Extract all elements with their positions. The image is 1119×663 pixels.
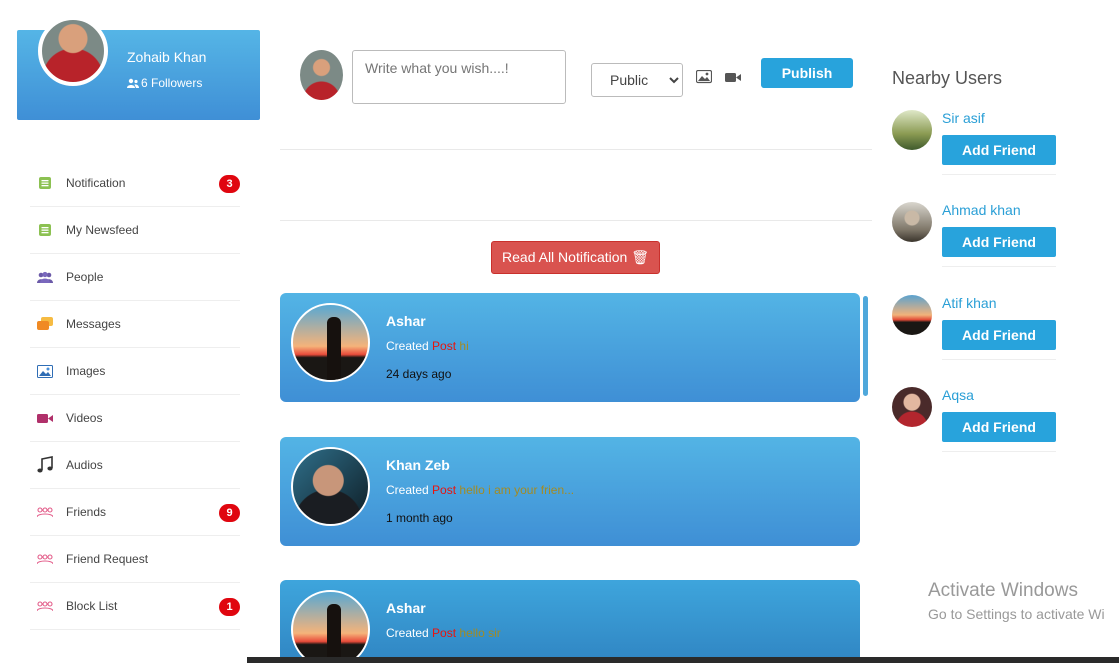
notification-avatar[interactable] — [291, 303, 370, 382]
notification-snippet: hello sir — [459, 626, 501, 640]
nearby-user-avatar[interactable] — [892, 202, 932, 242]
sidebar-item-friends[interactable]: Friends 9 — [30, 489, 240, 536]
notification-snippet: hi — [459, 339, 469, 353]
notification-type: Post — [432, 626, 457, 640]
sidebar-item-label: Images — [66, 364, 106, 378]
nearby-user-avatar[interactable] — [892, 110, 932, 150]
profile-avatar[interactable] — [38, 16, 108, 86]
profile-card: Zohaib Khan 6 Followers — [17, 16, 260, 120]
divider — [280, 220, 872, 221]
nearby-user: Aqsa Add Friend — [892, 387, 1062, 457]
scrollbar-thumb[interactable] — [863, 296, 868, 396]
friends-icon — [30, 507, 60, 517]
divider — [942, 174, 1056, 175]
sidebar-item-label: Videos — [66, 411, 103, 425]
nearby-user-name[interactable]: Aqsa — [942, 387, 974, 403]
activate-windows-subtitle: Go to Settings to activate Wi — [928, 606, 1105, 622]
sidebar-item-label: Notification — [66, 176, 126, 190]
notification-type: Post — [432, 339, 457, 353]
publish-button[interactable]: Publish — [761, 58, 853, 88]
post-text-input[interactable] — [352, 50, 566, 104]
notification-user-name[interactable]: Ashar — [386, 600, 426, 616]
divider — [942, 451, 1056, 452]
profile-name[interactable]: Zohaib Khan — [127, 49, 206, 65]
images-icon — [30, 364, 60, 378]
notification-avatar[interactable] — [291, 590, 370, 663]
privacy-select[interactable]: Public — [591, 63, 683, 97]
notification-icon — [30, 176, 60, 190]
nearby-user-avatar[interactable] — [892, 295, 932, 335]
notification-action: Created — [386, 483, 429, 497]
newsfeed-icon — [30, 223, 60, 237]
music-note-icon — [30, 456, 60, 474]
image-upload-icon[interactable] — [695, 69, 713, 89]
people-icon — [30, 271, 60, 283]
followers-icon — [127, 78, 139, 88]
followers-label: 6 Followers — [141, 76, 203, 90]
activate-windows-title: Activate Windows — [928, 580, 1078, 601]
block-list-badge: 1 — [219, 598, 240, 616]
notification-message: Created Post hello sir — [386, 626, 501, 640]
add-friend-button[interactable]: Add Friend — [942, 320, 1056, 350]
divider — [942, 266, 1056, 267]
sidebar-item-audios[interactable]: Audios — [30, 442, 240, 489]
notification-time: 1 month ago — [386, 511, 453, 525]
sidebar-item-label: Friend Request — [66, 552, 149, 566]
sidebar-item-people[interactable]: People — [30, 254, 240, 301]
add-friend-button[interactable]: Add Friend — [942, 227, 1056, 257]
friend-request-icon — [30, 554, 60, 564]
sidebar-item-label: Audios — [66, 458, 103, 472]
messages-icon — [30, 317, 60, 331]
nearby-user: Ahmad khan Add Friend — [892, 202, 1062, 272]
sidebar-menu: Notification 3 My Newsfeed People Messag… — [30, 160, 240, 630]
video-upload-icon[interactable] — [725, 70, 741, 88]
nearby-user-name[interactable]: Sir asif — [942, 110, 985, 126]
notification-action: Created — [386, 339, 429, 353]
sidebar-item-label: Block List — [66, 599, 118, 613]
notification-action: Created — [386, 626, 429, 640]
sidebar-item-block-list[interactable]: Block List 1 — [30, 583, 240, 630]
nearby-user-avatar[interactable] — [892, 387, 932, 427]
notification-user-name[interactable]: Khan Zeb — [386, 457, 450, 473]
nearby-user: Atif khan Add Friend — [892, 295, 1062, 365]
sidebar-item-label: Messages — [66, 317, 121, 331]
followers-count[interactable]: 6 Followers — [127, 76, 202, 90]
nearby-user: Sir asif Add Friend — [892, 110, 1062, 180]
notification-card[interactable]: Ashar Created Post hi 24 days ago — [280, 293, 860, 402]
sidebar-item-label: My Newsfeed — [66, 223, 139, 237]
notification-badge: 3 — [219, 175, 240, 193]
notification-card[interactable]: Ashar Created Post hello sir — [280, 580, 860, 663]
add-friend-button[interactable]: Add Friend — [942, 135, 1056, 165]
add-friend-button[interactable]: Add Friend — [942, 412, 1056, 442]
nearby-user-name[interactable]: Atif khan — [942, 295, 996, 311]
videos-icon — [30, 413, 60, 424]
notification-message: Created Post hello i am your frien... — [386, 483, 574, 497]
taskbar-strip — [247, 657, 1119, 663]
notification-card[interactable]: Khan Zeb Created Post hello i am your fr… — [280, 437, 860, 546]
sidebar-item-videos[interactable]: Videos — [30, 395, 240, 442]
friends-badge: 9 — [219, 504, 240, 522]
sidebar-item-label: People — [66, 270, 104, 284]
notification-avatar[interactable] — [291, 447, 370, 526]
notification-snippet: hello i am your frien... — [459, 483, 575, 497]
block-list-icon — [30, 601, 60, 611]
composer-avatar — [300, 50, 343, 100]
notification-time: 24 days ago — [386, 367, 452, 381]
sidebar-item-notification[interactable]: Notification 3 — [30, 160, 240, 207]
nearby-users-title: Nearby Users — [892, 68, 1003, 88]
nearby-user-name[interactable]: Ahmad khan — [942, 202, 1021, 218]
divider — [942, 359, 1056, 360]
sidebar-item-friend-request[interactable]: Friend Request — [30, 536, 240, 583]
sidebar-item-newsfeed[interactable]: My Newsfeed — [30, 207, 240, 254]
sidebar-item-label: Friends — [66, 505, 107, 519]
read-all-notification-button[interactable]: Read All Notification 🗑 — [491, 241, 660, 274]
sidebar-item-messages[interactable]: Messages — [30, 301, 240, 348]
divider — [280, 149, 872, 150]
notification-user-name[interactable]: Ashar — [386, 313, 426, 329]
notification-type: Post — [432, 483, 457, 497]
notification-message: Created Post hi — [386, 339, 469, 353]
sidebar-item-images[interactable]: Images — [30, 348, 240, 395]
